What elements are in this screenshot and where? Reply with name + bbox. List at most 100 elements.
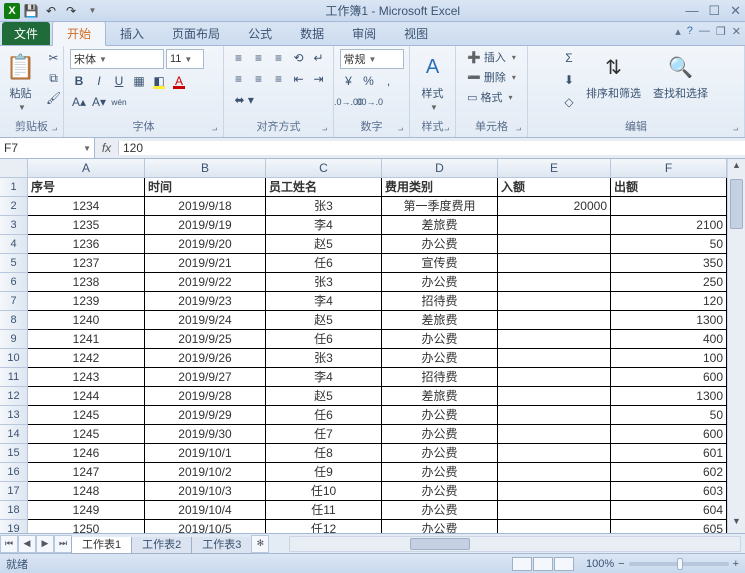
row-header-1[interactable]: 1 xyxy=(0,178,28,197)
save-button[interactable]: 💾 xyxy=(22,2,40,20)
cell[interactable] xyxy=(498,444,611,463)
cell[interactable]: 1237 xyxy=(28,254,145,273)
underline-button[interactable]: U xyxy=(110,72,128,90)
wrap-text-button[interactable]: ↵ xyxy=(310,49,328,67)
cell[interactable]: 任7 xyxy=(266,425,382,444)
tab-insert[interactable]: 插入 xyxy=(106,22,158,45)
font-name-combo[interactable]: 宋体▼ xyxy=(70,49,164,69)
row-header-17[interactable]: 17 xyxy=(0,482,28,501)
format-cells-button[interactable]: ▭ 格式 ▾ xyxy=(467,89,512,105)
align-center-button[interactable]: ≡ xyxy=(250,70,268,88)
cell[interactable]: 605 xyxy=(611,520,727,534)
normal-view-button[interactable] xyxy=(512,557,532,571)
cut-button[interactable]: ✂ xyxy=(45,49,63,67)
row-header-8[interactable]: 8 xyxy=(0,311,28,330)
cell[interactable]: 办公费 xyxy=(382,406,498,425)
copy-button[interactable]: ⧉ xyxy=(45,69,63,87)
increase-indent-button[interactable]: ⇥ xyxy=(310,70,328,88)
row-header-3[interactable]: 3 xyxy=(0,216,28,235)
phonetic-button[interactable]: wén xyxy=(110,93,128,111)
cell[interactable] xyxy=(498,330,611,349)
row-header-16[interactable]: 16 xyxy=(0,463,28,482)
align-middle-button[interactable]: ≡ xyxy=(250,49,268,67)
align-left-button[interactable]: ≡ xyxy=(230,70,248,88)
cell[interactable]: 2019/9/30 xyxy=(145,425,266,444)
cell[interactable]: 任10 xyxy=(266,482,382,501)
column-header-D[interactable]: D xyxy=(382,159,498,178)
cell[interactable]: 办公费 xyxy=(382,463,498,482)
cell[interactable]: 赵5 xyxy=(266,311,382,330)
cell[interactable]: 出额 xyxy=(611,178,727,197)
cell[interactable]: 办公费 xyxy=(382,520,498,534)
horizontal-scrollbar[interactable] xyxy=(289,536,741,552)
cell[interactable]: 1247 xyxy=(28,463,145,482)
hscroll-thumb[interactable] xyxy=(410,538,470,550)
cell[interactable]: 入额 xyxy=(498,178,611,197)
styles-button[interactable]: A 样式 ▼ xyxy=(413,49,453,114)
insert-cells-button[interactable]: ➕ 插入 ▾ xyxy=(467,49,516,65)
cell[interactable]: 1300 xyxy=(611,311,727,330)
close-button[interactable]: ✕ xyxy=(730,3,741,19)
cell[interactable]: 办公费 xyxy=(382,444,498,463)
cell[interactable]: 1239 xyxy=(28,292,145,311)
doc-minimize-icon[interactable]: — xyxy=(699,25,710,38)
undo-button[interactable]: ↶ xyxy=(42,2,60,20)
cell[interactable]: 宣传费 xyxy=(382,254,498,273)
fx-button[interactable]: fx xyxy=(95,141,119,155)
page-layout-view-button[interactable] xyxy=(533,557,553,571)
italic-button[interactable]: I xyxy=(90,72,108,90)
row-header-2[interactable]: 2 xyxy=(0,197,28,216)
cell[interactable]: 2019/9/26 xyxy=(145,349,266,368)
row-headers[interactable]: 12345678910111213141516171819 xyxy=(0,178,28,533)
cell[interactable]: 603 xyxy=(611,482,727,501)
autosum-button[interactable]: Σ xyxy=(560,49,578,67)
cell[interactable]: 任9 xyxy=(266,463,382,482)
cell[interactable]: 任8 xyxy=(266,444,382,463)
cell[interactable]: 李4 xyxy=(266,292,382,311)
cell[interactable]: 赵5 xyxy=(266,235,382,254)
cell[interactable]: 1234 xyxy=(28,197,145,216)
scroll-up-icon[interactable]: ▲ xyxy=(728,160,745,176)
cell[interactable]: 李4 xyxy=(266,216,382,235)
percent-button[interactable]: % xyxy=(360,72,378,90)
cell[interactable]: 20000 xyxy=(498,197,611,216)
cell[interactable]: 差旅费 xyxy=(382,387,498,406)
row-header-9[interactable]: 9 xyxy=(0,330,28,349)
cell[interactable]: 2019/9/19 xyxy=(145,216,266,235)
row-header-10[interactable]: 10 xyxy=(0,349,28,368)
row-header-5[interactable]: 5 xyxy=(0,254,28,273)
tab-data[interactable]: 数据 xyxy=(286,22,338,45)
next-sheet-button[interactable]: ▶ xyxy=(36,535,54,553)
cell[interactable]: 张3 xyxy=(266,273,382,292)
prev-sheet-button[interactable]: ◀ xyxy=(18,535,36,553)
decrease-decimal-button[interactable]: .00→.0 xyxy=(360,93,378,111)
cell[interactable]: 招待费 xyxy=(382,368,498,387)
cell[interactable]: 1236 xyxy=(28,235,145,254)
cell[interactable] xyxy=(498,254,611,273)
redo-button[interactable]: ↷ xyxy=(62,2,80,20)
cell[interactable]: 李4 xyxy=(266,368,382,387)
cell[interactable]: 序号 xyxy=(28,178,145,197)
cell[interactable]: 350 xyxy=(611,254,727,273)
cell[interactable]: 1244 xyxy=(28,387,145,406)
fill-color-button[interactable]: ◧ xyxy=(150,72,168,90)
cell[interactable]: 1246 xyxy=(28,444,145,463)
cell[interactable]: 任6 xyxy=(266,406,382,425)
cell[interactable]: 任11 xyxy=(266,501,382,520)
last-sheet-button[interactable]: ⏭ xyxy=(54,535,72,553)
qat-customize-icon[interactable]: ▼ xyxy=(82,2,100,20)
sheet-tab-3[interactable]: 工作表3 xyxy=(191,537,252,554)
cell[interactable]: 50 xyxy=(611,235,727,254)
cell[interactable]: 办公费 xyxy=(382,425,498,444)
cell[interactable]: 办公费 xyxy=(382,235,498,254)
scroll-thumb[interactable] xyxy=(730,179,743,229)
cell[interactable]: 602 xyxy=(611,463,727,482)
cell[interactable]: 120 xyxy=(611,292,727,311)
scroll-down-icon[interactable]: ▼ xyxy=(728,516,745,532)
cell[interactable]: 1240 xyxy=(28,311,145,330)
cell[interactable] xyxy=(498,292,611,311)
row-header-4[interactable]: 4 xyxy=(0,235,28,254)
tab-page-layout[interactable]: 页面布局 xyxy=(158,22,234,45)
row-header-6[interactable]: 6 xyxy=(0,273,28,292)
cell[interactable]: 2019/9/22 xyxy=(145,273,266,292)
